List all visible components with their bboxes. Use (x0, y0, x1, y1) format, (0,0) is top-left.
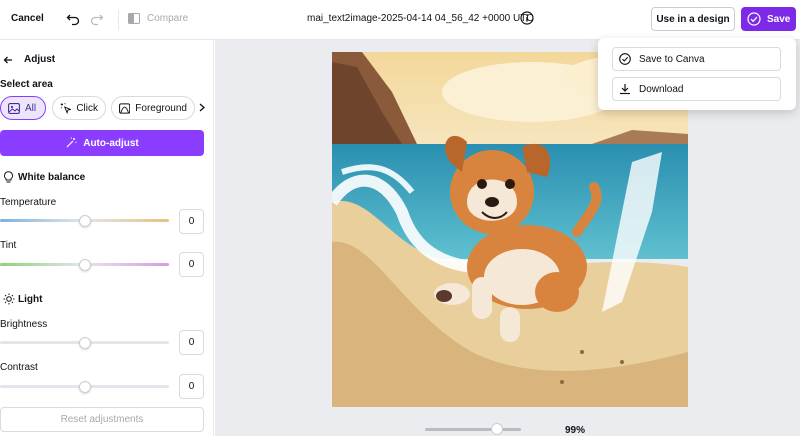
back-arrow-icon[interactable] (3, 55, 13, 65)
contrast-label: Contrast (0, 362, 38, 373)
area-option-label: Foreground (135, 102, 187, 114)
check-circle-icon (619, 53, 631, 65)
magic-cursor-icon (60, 103, 72, 114)
auto-adjust-button[interactable]: Auto-adjust (0, 130, 204, 156)
select-area-label: Select area (0, 79, 53, 90)
use-in-design-button[interactable]: Use in a design (651, 7, 735, 31)
image-icon (8, 102, 20, 114)
brightness-value-input[interactable]: 0 (179, 330, 204, 355)
sun-icon (3, 293, 15, 305)
undo-icon[interactable] (66, 12, 80, 26)
info-icon[interactable] (520, 11, 534, 25)
area-option-label: Click (76, 102, 98, 114)
foreground-icon (119, 102, 131, 114)
temperature-label: Temperature (0, 197, 57, 208)
area-option-all[interactable]: All (0, 96, 46, 120)
tint-value-input[interactable]: 0 (179, 252, 204, 277)
top-bar: Cancel Compare mai_text2image-2025-04-14… (0, 0, 800, 40)
auto-adjust-label: Auto-adjust (83, 137, 139, 149)
save-menu-item-label: Download (639, 83, 684, 95)
download-icon (620, 84, 630, 95)
area-option-click[interactable]: Click (52, 96, 106, 120)
check-circle-icon (747, 12, 761, 26)
tint-label: Tint (0, 240, 17, 251)
file-name: mai_text2image-2025-04-14 04_56_42 +0000… (307, 13, 534, 24)
area-option-foreground[interactable]: Foreground (111, 96, 195, 120)
redo-icon[interactable] (90, 12, 104, 26)
magic-wand-icon (66, 137, 77, 148)
save-menu-item-label: Save to Canva (639, 53, 705, 65)
zoom-level: 99% (565, 425, 586, 436)
white-balance-title: White balance (18, 172, 86, 183)
cancel-button[interactable]: Cancel (11, 13, 44, 24)
adjust-panel: Adjust Select area All Click Foreground … (0, 40, 214, 436)
save-to-canva-option[interactable]: Save to Canva (612, 47, 781, 71)
zoom-slider-handle[interactable] (491, 423, 503, 435)
brightness-label: Brightness (0, 319, 48, 330)
save-label: Save (767, 13, 791, 25)
contrast-value-input[interactable]: 0 (179, 374, 204, 399)
save-button[interactable]: Save (741, 7, 796, 31)
area-option-label: All (25, 102, 37, 114)
compare-button[interactable]: Compare (147, 13, 188, 24)
tint-slider-handle[interactable] (79, 259, 91, 271)
brightness-slider-handle[interactable] (79, 337, 91, 349)
contrast-slider-handle[interactable] (79, 381, 91, 393)
reset-adjustments-button[interactable]: Reset adjustments (0, 407, 204, 432)
light-title: Light (18, 294, 43, 305)
temperature-value-input[interactable]: 0 (179, 209, 204, 234)
download-option[interactable]: Download (612, 77, 781, 101)
temperature-slider-handle[interactable] (79, 215, 91, 227)
bulb-icon (4, 171, 13, 183)
toolbar-divider (118, 10, 119, 30)
compare-icon[interactable] (128, 13, 140, 24)
zoom-slider[interactable] (425, 428, 521, 431)
save-menu: Save to Canva Download (598, 38, 796, 110)
panel-title: Adjust (24, 54, 56, 65)
chevron-right-icon[interactable] (199, 103, 205, 112)
